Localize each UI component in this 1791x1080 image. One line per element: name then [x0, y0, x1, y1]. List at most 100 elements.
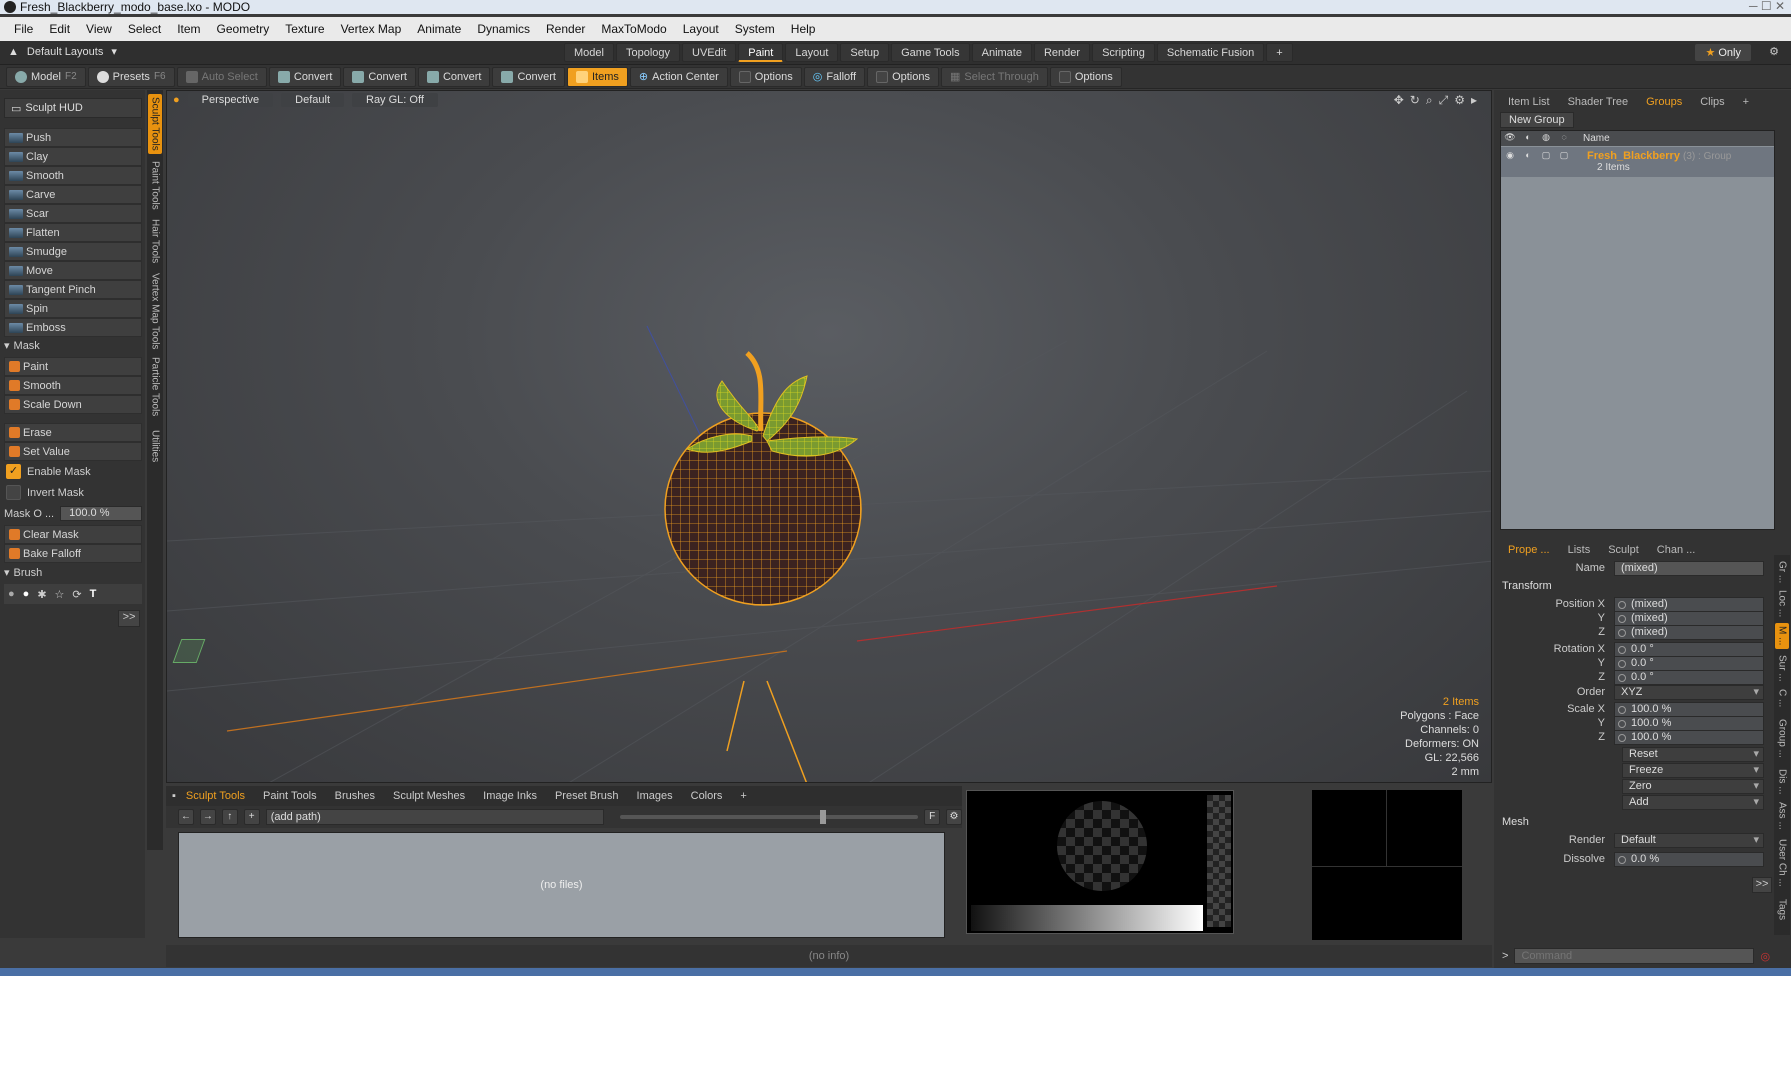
tool-smooth[interactable]: Smooth — [4, 166, 142, 185]
hard-brush-icon[interactable]: ● — [23, 588, 30, 600]
tool-smudge[interactable]: Smudge — [4, 242, 142, 261]
name-field[interactable]: (mixed) — [1614, 561, 1764, 576]
menu-geometry[interactable]: Geometry — [209, 22, 278, 36]
tab-brushes[interactable]: Brushes — [327, 788, 383, 804]
side-tab-gr[interactable]: Gr ... — [1775, 559, 1789, 585]
star-brush-icon[interactable]: ☆ — [55, 588, 65, 601]
new-group-button[interactable]: New Group — [1500, 112, 1574, 128]
select-through-button[interactable]: ▦ Select Through — [941, 66, 1048, 87]
text-brush-icon[interactable]: T — [90, 588, 97, 600]
blackberry-model[interactable] — [664, 351, 862, 606]
add-tab-icon[interactable]: + — [1735, 94, 1757, 110]
tab-images[interactable]: Images — [629, 788, 681, 804]
tab-paint[interactable]: Paint — [738, 43, 784, 62]
window-controls[interactable]: ─ ☐ ✕ — [1749, 0, 1785, 13]
side-tab-hair-tools[interactable]: Hair Tools — [148, 216, 162, 266]
tab-setup[interactable]: Setup — [840, 43, 890, 62]
custom-brush-icon[interactable]: ⟳ — [72, 588, 81, 601]
side-tab-utilities[interactable]: Utilities — [148, 424, 162, 468]
command-input[interactable] — [1514, 948, 1755, 964]
tab-item-list[interactable]: Item List — [1500, 94, 1558, 110]
side-tab-user-channels[interactable]: User Ch ... — [1775, 835, 1789, 891]
tab-clips[interactable]: Clips — [1692, 94, 1732, 110]
soft-brush-icon[interactable]: ● — [8, 588, 15, 600]
tab-layout[interactable]: Layout — [785, 43, 839, 62]
select-icon[interactable]: ▢ — [1555, 150, 1573, 164]
gear-icon[interactable]: ⚙ — [946, 809, 962, 825]
only-button[interactable]: ★ Only — [1695, 44, 1751, 61]
tab-sculpt-meshes[interactable]: Sculpt Meshes — [385, 788, 473, 804]
mask-tool-paint[interactable]: Paint — [4, 357, 142, 376]
presets-button[interactable]: Presets F6 — [87, 66, 175, 87]
items-button[interactable]: Items — [567, 66, 628, 87]
slider-handle[interactable] — [819, 810, 826, 824]
visibility-icon[interactable]: 👁 — [1501, 132, 1519, 146]
record-icon[interactable]: ◎ — [1760, 950, 1770, 963]
menu-view[interactable]: View — [78, 22, 120, 36]
tool-tangent-pinch[interactable]: Tangent Pinch — [4, 280, 142, 299]
set-value-button[interactable]: Set Value — [4, 442, 142, 461]
path-dropdown[interactable]: (add path) — [265, 809, 604, 825]
side-tab-ass[interactable]: Ass ... — [1775, 801, 1789, 831]
rotation-x-field[interactable]: 0.0 ° — [1614, 642, 1764, 657]
thumbnail-size-slider[interactable] — [619, 810, 919, 824]
side-tab-loc[interactable]: Loc ... — [1775, 589, 1789, 619]
tab-lists[interactable]: Lists — [1560, 542, 1599, 558]
order-dropdown[interactable]: XYZ — [1614, 685, 1764, 700]
scale-z-field[interactable]: 100.0 % — [1614, 730, 1764, 745]
tab-schematic-fusion[interactable]: Schematic Fusion — [1156, 43, 1265, 62]
tab-properties[interactable]: Prope ... — [1500, 542, 1558, 558]
menu-item[interactable]: Item — [169, 22, 208, 36]
clear-mask-button[interactable]: Clear Mask — [4, 525, 142, 544]
add-tab-icon[interactable]: + — [732, 788, 754, 804]
splat-brush-icon[interactable]: ✱ — [37, 588, 46, 601]
scale-y-field[interactable]: 100.0 % — [1614, 716, 1764, 731]
more-button[interactable]: >> — [1752, 877, 1772, 893]
zero-dropdown[interactable]: Zero — [1622, 779, 1764, 794]
menu-help[interactable]: Help — [783, 22, 824, 36]
menu-file[interactable]: File — [6, 22, 41, 36]
transform-section[interactable]: Transform — [1502, 580, 1552, 592]
tab-sculpt-tools[interactable]: Sculpt Tools — [178, 788, 253, 804]
tool-emboss[interactable]: Emboss — [4, 318, 142, 337]
tab-shader-tree[interactable]: Shader Tree — [1560, 94, 1637, 110]
tool-clay[interactable]: Clay — [4, 147, 142, 166]
render-icon[interactable]: ◐ — [1519, 132, 1537, 146]
side-tab-paint-tools[interactable]: Paint Tools — [148, 160, 162, 210]
panel-menu-icon[interactable]: ▪ — [172, 790, 176, 802]
tool-carve[interactable]: Carve — [4, 185, 142, 204]
reset-dropdown[interactable]: Reset — [1622, 747, 1764, 762]
gear-icon[interactable]: ⚙ — [1769, 45, 1779, 58]
up-icon[interactable]: ↑ — [221, 809, 238, 825]
tab-game-tools[interactable]: Game Tools — [891, 43, 970, 62]
action-center-options-button[interactable]: Options — [729, 66, 802, 87]
menu-maxtomodo[interactable]: MaxToModo — [593, 22, 674, 36]
position-y-field[interactable]: (mixed) — [1614, 611, 1764, 626]
enable-mask-toggle[interactable]: ✓ Enable Mask — [6, 464, 91, 479]
mask-section-header[interactable]: ▾ Mask — [4, 339, 40, 353]
mask-opacity-field[interactable]: 100.0 % — [60, 506, 143, 521]
forward-icon[interactable]: → — [199, 809, 216, 825]
tab-channels[interactable]: Chan ... — [1649, 542, 1704, 558]
rotation-y-field[interactable]: 0.0 ° — [1614, 656, 1764, 671]
side-tab-group[interactable]: Group ... — [1775, 713, 1789, 763]
add-dropdown[interactable]: Add — [1622, 795, 1764, 810]
tab-render[interactable]: Render — [1033, 43, 1091, 62]
render-icon[interactable]: ◐ — [1519, 150, 1537, 164]
menu-layout[interactable]: Layout — [675, 22, 727, 36]
menu-system[interactable]: System — [727, 22, 783, 36]
menu-dynamics[interactable]: Dynamics — [469, 22, 538, 36]
freeze-dropdown[interactable]: Freeze — [1622, 763, 1764, 778]
menu-vertex-map[interactable]: Vertex Map — [333, 22, 410, 36]
more-button[interactable]: >> — [118, 610, 140, 627]
tool-scar[interactable]: Scar — [4, 204, 142, 223]
add-icon[interactable]: + — [243, 809, 260, 825]
side-tab-sur[interactable]: Sur ... — [1775, 653, 1789, 683]
side-tab-c[interactable]: C ... — [1775, 687, 1789, 709]
group-row[interactable]: ◉ ◐ ▢ ▢ Fresh_Blackberry (3) : Group 2 I… — [1501, 147, 1774, 177]
side-tab-m[interactable]: M ... — [1775, 623, 1789, 649]
tab-animate[interactable]: Animate — [971, 43, 1032, 62]
filter-icon[interactable]: F — [924, 809, 941, 825]
lock-icon[interactable]: ▢ — [1537, 150, 1555, 164]
lock-icon[interactable]: ◍ — [1537, 132, 1555, 146]
